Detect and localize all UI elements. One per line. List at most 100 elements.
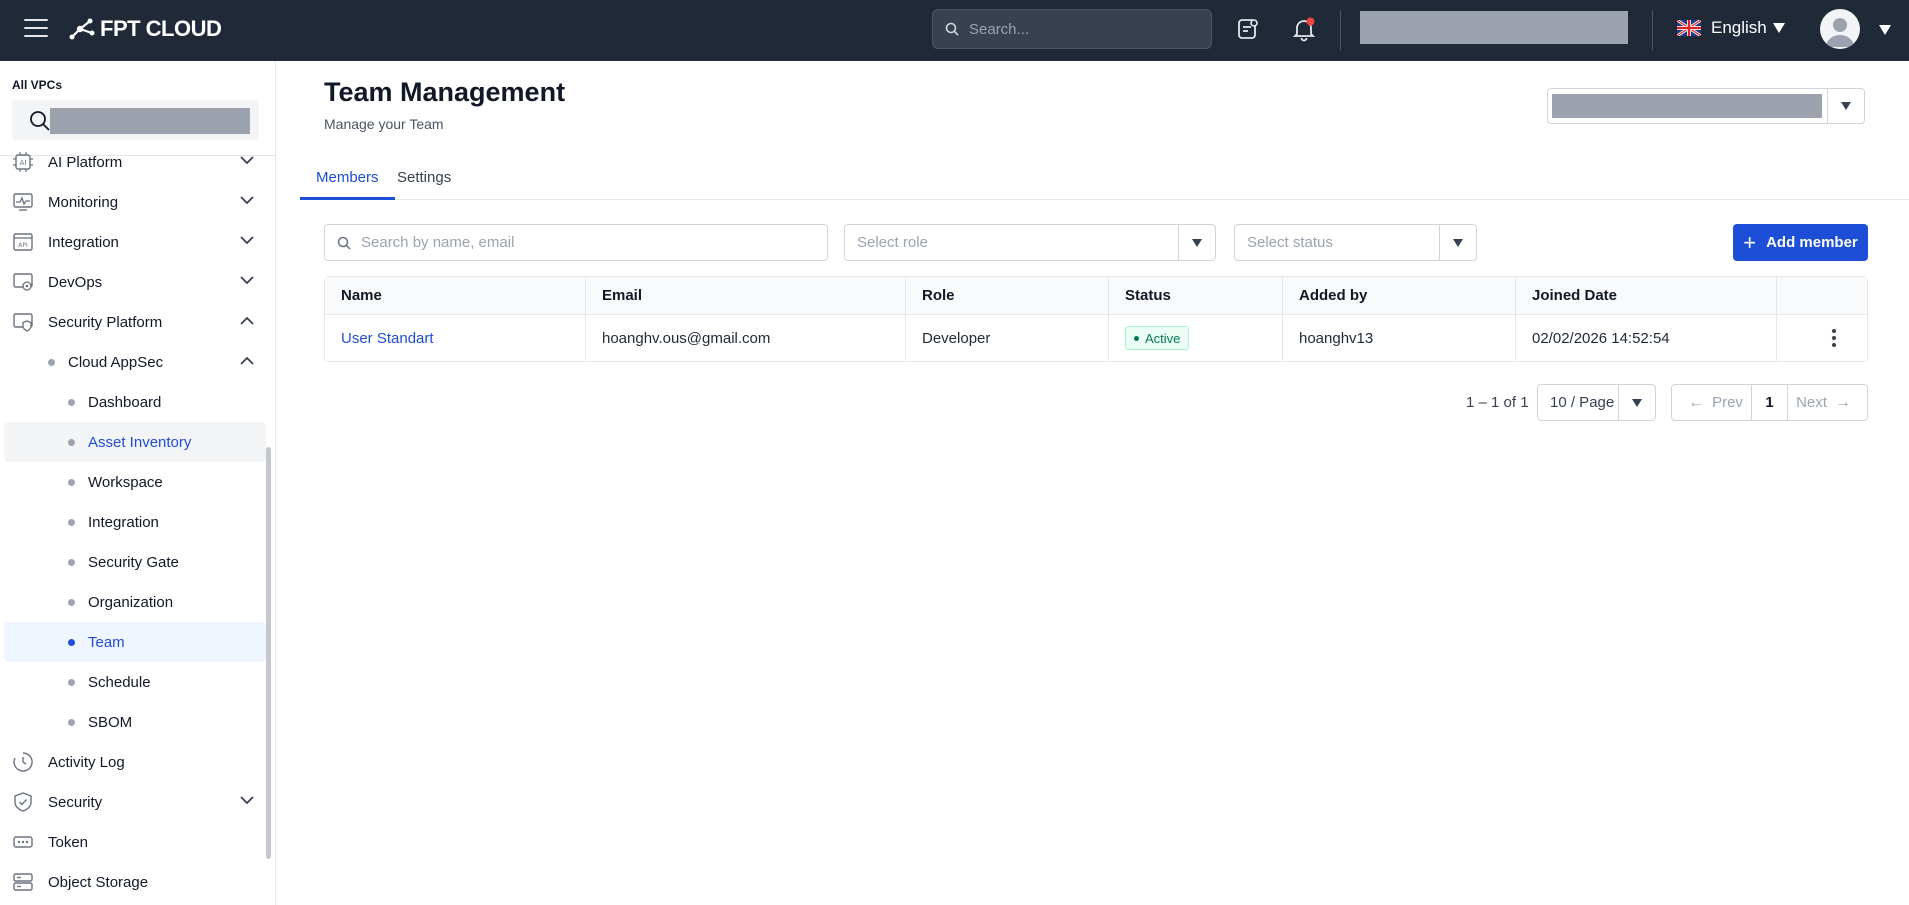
scope-select[interactable]	[1547, 88, 1865, 124]
sidebar-item-sbom[interactable]: SBOM	[4, 702, 266, 742]
sidebar-item-activity-log[interactable]: Activity Log	[4, 742, 266, 782]
role-select-toggle[interactable]	[1178, 225, 1215, 260]
sidebar-item-ai-platform[interactable]: AI AI Platform	[4, 142, 266, 182]
sidebar-item-security-gate[interactable]: Security Gate	[4, 542, 266, 582]
prev-label: Prev	[1712, 394, 1743, 411]
more-actions-icon[interactable]	[1819, 323, 1849, 353]
clock-icon	[13, 752, 33, 772]
sidebar-item-integration-sub[interactable]: Integration	[4, 502, 266, 542]
column-header-email[interactable]: Email	[586, 277, 906, 315]
role-select-placeholder: Select role	[857, 234, 928, 251]
chevron-down-icon	[240, 196, 254, 205]
security-platform-icon	[13, 313, 33, 332]
global-search[interactable]	[932, 9, 1212, 49]
sidebar-item-label: Activity Log	[48, 753, 125, 771]
column-header-status[interactable]: Status	[1109, 277, 1283, 315]
sidebar-item-token[interactable]: Token	[4, 822, 266, 862]
bullet-dot	[48, 359, 55, 366]
sidebar-item-label: Team	[88, 633, 125, 651]
chevron-down-icon	[240, 156, 254, 165]
pagination: ← Prev 1 Next →	[1671, 384, 1868, 421]
sidebar-item-monitoring[interactable]: Monitoring	[4, 182, 266, 222]
scope-select-toggle[interactable]	[1827, 89, 1864, 123]
sidebar-item-security[interactable]: Security	[4, 782, 266, 822]
sidebar-item-security-platform[interactable]: Security Platform	[4, 302, 266, 342]
fpt-logo-icon	[69, 18, 95, 40]
page-size-toggle[interactable]	[1618, 385, 1655, 420]
table-row: User Standart hoanghv.ous@gmail.com Deve…	[325, 315, 1867, 361]
sidebar-item-object-storage[interactable]: Object Storage	[4, 862, 266, 902]
arrow-left-icon: ←	[1688, 393, 1705, 411]
sidebar-item-organization[interactable]: Organization	[4, 582, 266, 622]
member-name-link[interactable]: User Standart	[341, 330, 434, 347]
svg-text:AI: AI	[20, 159, 27, 167]
sidebar-item-devops[interactable]: DevOps	[4, 262, 266, 302]
sidebar-item-workspace[interactable]: Workspace	[4, 462, 266, 502]
sidebar-item-schedule[interactable]: Schedule	[4, 662, 266, 702]
member-search-input[interactable]	[361, 234, 801, 251]
redacted-account-field	[1360, 11, 1628, 44]
status-select[interactable]: Select status	[1234, 224, 1477, 261]
tasks-icon[interactable]	[1235, 16, 1261, 42]
sidebar-item-label: Integration	[88, 513, 159, 531]
plus-icon: +	[1743, 229, 1757, 255]
vpc-search[interactable]	[12, 100, 259, 140]
devops-icon	[13, 273, 33, 291]
next-label: Next	[1796, 394, 1827, 411]
role-select[interactable]: Select role	[844, 224, 1216, 261]
sidebar-item-label: DevOps	[48, 273, 103, 291]
sidebar-item-label: Monitoring	[48, 193, 119, 211]
tab-settings[interactable]: Settings	[381, 161, 467, 200]
caret-down-icon	[1453, 238, 1463, 247]
status-select-toggle[interactable]	[1439, 225, 1476, 260]
sidebar-item-label: Security Gate	[88, 553, 179, 571]
bullet-dot	[68, 639, 75, 646]
sidebar-item-dashboard[interactable]: Dashboard	[4, 382, 266, 422]
bullet-dot	[68, 399, 75, 406]
sidebar-item-team[interactable]: Team	[4, 622, 266, 662]
caret-down-icon	[1841, 102, 1851, 110]
page-number-button[interactable]: 1	[1752, 385, 1788, 420]
user-menu-caret-icon[interactable]	[1879, 25, 1891, 35]
global-search-input[interactable]	[969, 20, 1189, 38]
table-header-row: Name Email Role Status Added by Joined D…	[325, 277, 1867, 315]
search-icon	[945, 22, 959, 36]
top-bar: FPT CLOUD English	[0, 0, 1909, 61]
brand-logo[interactable]: FPT CLOUD	[68, 16, 222, 42]
column-header-name[interactable]: Name	[325, 277, 586, 315]
sidebar-item-cloud-appsec[interactable]: Cloud AppSec	[4, 342, 266, 382]
sidebar-item-integration[interactable]: API Integration	[4, 222, 266, 262]
divider	[1340, 10, 1341, 50]
hamburger-menu-icon[interactable]	[24, 19, 48, 39]
svg-text:API: API	[18, 242, 28, 249]
sidebar-item-asset-inventory[interactable]: Asset Inventory	[4, 422, 266, 462]
sidebar-item-label: Integration	[48, 233, 119, 251]
column-header-role[interactable]: Role	[906, 277, 1109, 315]
redacted-scope-value	[1552, 94, 1822, 118]
caret-down-icon	[1632, 398, 1642, 407]
column-header-added-by[interactable]: Added by	[1283, 277, 1516, 315]
add-member-button[interactable]: + Add member	[1733, 224, 1868, 261]
bullet-dot	[68, 479, 75, 486]
bullet-dot	[68, 719, 75, 726]
sidebar-item-label: Asset Inventory	[88, 433, 192, 451]
language-selector[interactable]: English	[1677, 18, 1785, 38]
bell-icon[interactable]	[1291, 16, 1317, 42]
sidebar-item-label: Object Storage	[48, 873, 149, 891]
sidebar-scrollbar[interactable]	[266, 447, 271, 859]
search-icon	[30, 111, 50, 131]
member-joined-date: 02/02/2026 14:52:54	[1516, 315, 1777, 361]
add-member-label: Add member	[1766, 234, 1858, 251]
column-header-joined-date[interactable]: Joined Date	[1516, 277, 1777, 315]
bullet-dot	[68, 679, 75, 686]
avatar[interactable]	[1820, 9, 1860, 49]
prev-page-button[interactable]: ← Prev	[1672, 385, 1752, 420]
page-subtitle: Manage your Team	[324, 116, 444, 132]
sidebar-item-label: Dashboard	[88, 393, 162, 411]
member-search[interactable]	[324, 224, 828, 261]
next-page-button[interactable]: Next →	[1788, 385, 1867, 420]
page-size-select[interactable]: 10 / Page	[1537, 384, 1656, 421]
brand-name: FPT CLOUD	[100, 16, 222, 41]
page-size-value: 10 / Page	[1550, 394, 1615, 411]
status-dot	[1134, 335, 1139, 341]
